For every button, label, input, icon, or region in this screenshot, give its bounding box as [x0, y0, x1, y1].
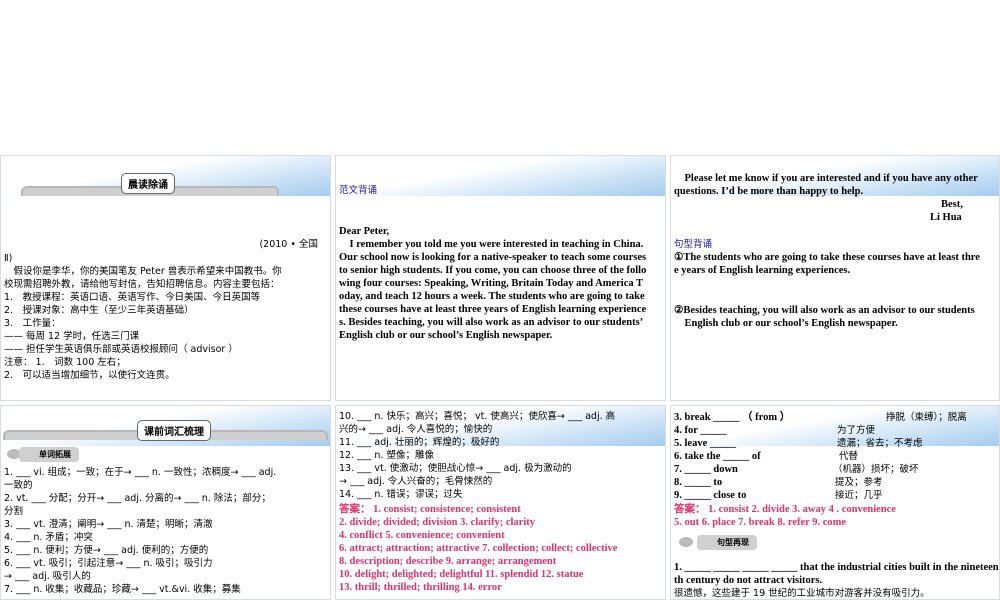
phrase-meaning: 代替	[839, 451, 859, 462]
slide-thumbnail-3[interactable]: Please let me know if you are interested…	[670, 155, 1000, 401]
text-line: these courses have at least three years …	[339, 304, 647, 315]
phrase-meaning: 挣脱（束缚）；脱离	[886, 412, 967, 423]
banner-label: 课前词汇梳理	[137, 420, 211, 441]
text-line: → ___ adj. 吸引人的	[4, 571, 91, 582]
text-line: 假设你是李华，你的美国笔友 Peter 曾表示希望来中国教书。你	[4, 266, 282, 277]
phrase-meaning: 提及；参考	[835, 477, 883, 488]
text-line: English club or our school’s English new…	[674, 318, 898, 329]
text-line: ②Besides teaching, you will also work as…	[674, 305, 975, 316]
bullet-icon	[679, 537, 693, 547]
phrase-meaning: 接近；几乎	[835, 490, 883, 501]
answer-line: 5. out 6. place 7. break 8. refer 9. com…	[674, 517, 847, 528]
text-line: 1. 教授课程：英语口语、英语写作、今日美国、今日英国等	[4, 292, 261, 303]
text-line: 注意： 1. 词数 100 左右；	[4, 357, 126, 368]
text-line: wing four courses: Speaking, Writing, Br…	[339, 278, 644, 289]
text-line: th century do not attract visitors.	[674, 575, 823, 586]
answer-line: 10. delight; delighted; delightful 11. s…	[339, 569, 584, 580]
text-line: → ___ adj. 令人兴奋的；毛骨悚然的	[339, 476, 493, 487]
banner-label: 晨读除诵	[121, 173, 175, 194]
text-line: 2. vt. ___ 分配；分开→ ___ adj. 分离的→ ___ n. 除…	[4, 493, 271, 504]
subsection-tag: 句型再现	[697, 535, 757, 550]
text-line: 一致的	[4, 480, 33, 491]
text-line: to senior high students. If you come, yo…	[339, 265, 647, 276]
slide-thumbnail-5[interactable]: 10. ___ n. 快乐；高兴；喜悦； vt. 使高兴；使欣喜→ ___ ad…	[335, 405, 666, 600]
text-line: e years of English learning experiences.	[674, 265, 851, 276]
text-line: 2. 授课对象：高中生（至少三年英语基础）	[4, 305, 194, 316]
slide-thumbnail-4[interactable]: 课前词汇梳理 单词拓展 1. ___ vi. 组成；一致；在于→ ___ n. …	[0, 405, 331, 600]
answer-line: 2. divide; divided; division 3. clarify;…	[339, 517, 535, 528]
slide-thumbnail-1[interactable]: 晨读除诵 (2010 • 全国 Ⅱ) 假设你是李华，你的美国笔友 Peter 曾…	[0, 155, 331, 401]
text-line: 6. ___ vt. 吸引；引起注意→ ___ n. 吸引；吸引力	[4, 558, 213, 569]
text-line: 10. ___ n. 快乐；高兴；喜悦； vt. 使高兴；使欣喜→ ___ ad…	[339, 411, 616, 422]
phrase-meaning: 遗漏；省去；不考虑	[837, 438, 923, 449]
text-line: 3. 工作量：	[4, 318, 61, 329]
text-line: 4. ___ n. 矛盾；冲突	[4, 532, 93, 543]
answer-line: 答案： 1. consist; consistence; consistent	[339, 504, 521, 515]
slide-thumbnail-2[interactable]: 范文背诵 Dear Peter, I remember you told me …	[335, 155, 666, 401]
text-line: 12. ___ n. 塑像；雕像	[339, 450, 434, 461]
text-line: 分割	[4, 506, 24, 517]
text-line: Dear Peter,	[339, 226, 390, 237]
text-line: oday, and teach 12 hours a week. The stu…	[339, 291, 645, 302]
letter-signature: Li Hua	[930, 212, 962, 223]
text-line: 11. ___ adj. 壮丽的；辉煌的；极好的	[339, 437, 500, 448]
section-heading: 范文背诵	[339, 185, 378, 196]
slide-thumbnail-6[interactable]: 3. break _____ （ from ） 挣脱（束缚）；脱离 4. for…	[670, 405, 1000, 600]
answer-line: 13. thrill; thrilled; thrilling 14. erro…	[339, 582, 502, 593]
text-line: 1. _____ _____ _____ _____ that the indu…	[674, 562, 999, 573]
phrase-meaning: （机器）损坏；破坏	[833, 464, 919, 475]
text-line: Our school now is looking for a native-s…	[339, 252, 647, 263]
text-line: 13. ___ vt. 使激动；使胆战心惊→ ___ adj. 极为激动的	[339, 463, 572, 474]
letter-closing: Best,	[941, 199, 963, 210]
text-line: 兴的→ ___ adj. 令人喜悦的；愉快的	[339, 424, 493, 435]
answer-line: 6. attract; attraction; attractive 7. co…	[339, 543, 618, 554]
text-line: Ⅱ)	[4, 253, 13, 264]
text-line: 7. ___ n. 收集；收藏品；珍藏→ ___ vt.&vi. 收集；募集	[4, 584, 241, 595]
text-line: questions. I’d be more than happy to hel…	[674, 186, 864, 197]
text-line: 1. ___ vi. 组成；一致；在于→ ___ n. 一致性；浓稠度→ ___…	[4, 467, 277, 478]
answer-line: 4. conflict 5. convenience; convenient	[339, 530, 505, 541]
text-line: 校现需招聘外教，请给他写封信，告知招聘信息。内容主要包括：	[4, 279, 280, 290]
text-line: 2. 可以适当增加细节，以使行文连贯。	[4, 370, 175, 381]
source-label: (2010 • 全国	[259, 239, 318, 250]
subsection-tag: 单词拓展	[19, 447, 79, 462]
translation-line: 很遗憾，这些建于 19 世纪的工业城市对游客并没有吸引力。	[674, 588, 930, 599]
text-line: —— 担任学生英语俱乐部或英语校报顾问（ advisor ）	[4, 344, 238, 355]
text-line: 5. ___ n. 便利；方便→ ___ adj. 便利的；方便的	[4, 545, 209, 556]
text-line: English club or our school’s English new…	[339, 330, 553, 341]
text-line: s. Besides teaching, you will also work …	[339, 317, 644, 328]
phrase-meaning: 为了方便	[837, 425, 876, 436]
section-heading: 句型背诵	[674, 239, 713, 250]
text-line: 14. ___ n. 错误；谬误；过失	[339, 489, 463, 500]
answer-line: 答案： 1. consist 2. divide 3. away 4 . con…	[674, 504, 896, 515]
text-line: Please let me know if you are interested…	[674, 173, 978, 184]
answer-line: 8. description; describe 9. arrange; arr…	[339, 556, 557, 567]
text-line: I remember you told me you were interest…	[339, 239, 644, 250]
text-line: ①The students who are going to take thes…	[674, 252, 980, 263]
text-line: —— 每周 12 学时，任选三门课	[4, 331, 140, 342]
text-line: 3. ___ vt. 澄清；阐明→ ___ n. 清楚；明晰；清澈	[4, 519, 213, 530]
